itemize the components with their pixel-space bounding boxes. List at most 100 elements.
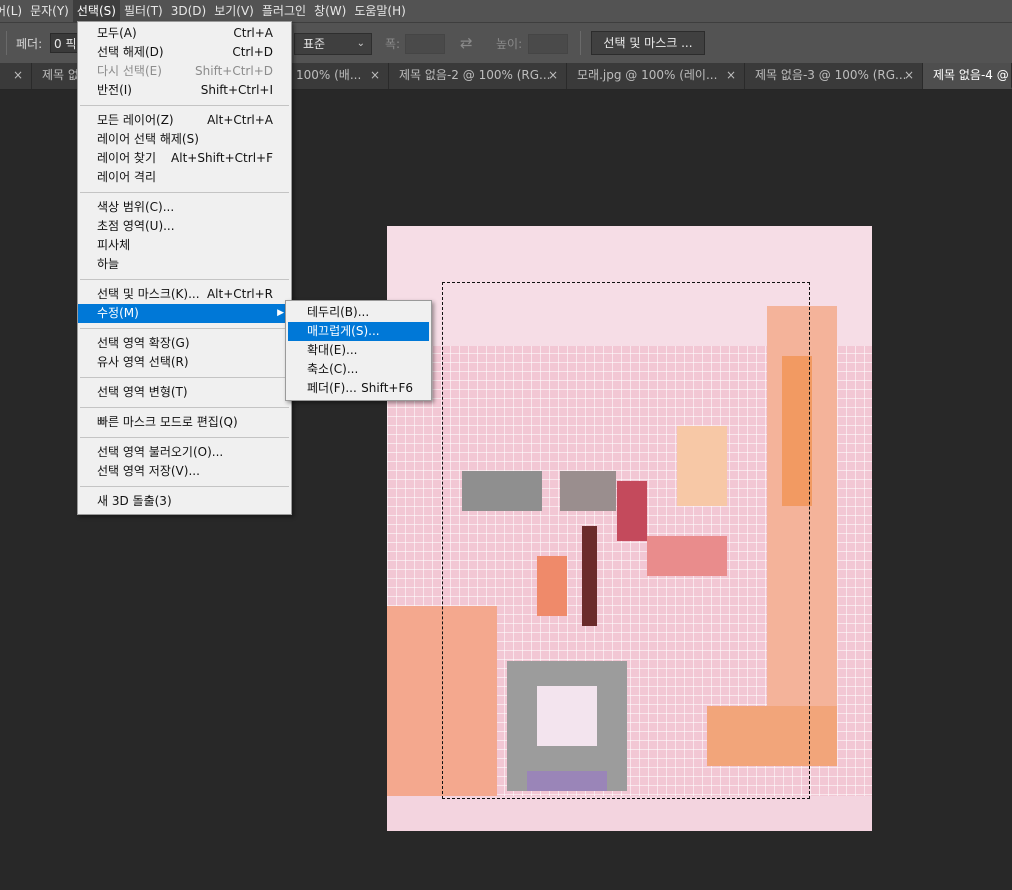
width-input[interactable] [405,34,445,54]
menu-item-label: 다시 선택(E) [97,64,162,78]
menu-filter[interactable]: 필터(T) [120,0,167,22]
options-separator [580,31,581,55]
menu-item-label: 피사체 [97,238,131,252]
menu-separator [80,328,289,329]
menu-separator [80,486,289,487]
options-separator [6,31,7,55]
height-label: 높이: [496,37,523,51]
menu-item-레이어-선택-해제[interactable]: 레이어 선택 해제(S) [78,130,291,149]
menu-help[interactable]: 도움말(H) [350,0,410,22]
menu-item-색상-범위[interactable]: 색상 범위(C)... [78,198,291,217]
menu-item-shortcut: Alt+Ctrl+A [207,113,273,127]
tab-untitled-4[interactable]: 제목 없음-4 @ [923,63,1012,89]
menu-item-label: 레이어 찾기 [97,151,157,165]
tab-untitled-2[interactable]: 제목 없음-2 @ 100% (RG... × [389,63,567,89]
modify-submenu: 테두리(B)... 매끄럽게(S)... 확대(E)... 축소(C)... 페더(F)… [285,300,432,401]
close-icon[interactable]: × [548,63,558,87]
tab-sand-jpg[interactable]: 모래.jpg @ 100% (레이... × [567,63,745,89]
marquee-selection[interactable] [442,282,810,799]
menu-separator [80,407,289,408]
menu-item-다시-선택: 다시 선택(E) Shift+Ctrl+D [78,62,291,81]
width-label: 폭: [385,37,401,51]
menu-item-유사-영역-선택[interactable]: 유사 영역 선택(R) [78,353,291,372]
menu-bar: 어(L) 문자(Y) 선택(S) 필터(T) 3D(D) 보기(V) 플러그인 … [0,0,1012,22]
close-icon[interactable]: × [726,63,736,87]
tab-label: 제목 없음-3 @ 100% (RG... [755,68,907,82]
menu-item-선택-해제[interactable]: 선택 해제(D) Ctrl+D [78,43,291,62]
menu-item-label: 레이어 격리 [97,170,157,184]
select-and-mask-button[interactable]: 선택 및 마스크 ... [591,31,705,55]
select-menu-dropdown: 모두(A) Ctrl+A 선택 해제(D) Ctrl+D 다시 선택(E) Shift+C… [77,21,292,515]
menu-item-선택-영역-저장[interactable]: 선택 영역 저장(V)... [78,462,291,481]
menu-item-shortcut: Shift+Ctrl+I [200,83,273,97]
menu-item-label: 매끄럽게(S)... [307,324,380,338]
menu-item-label: 선택 영역 불러오기(O)... [97,445,224,459]
close-icon[interactable]: × [370,63,380,87]
menu-item-초점-영역[interactable]: 초점 영역(U)... [78,217,291,236]
menu-item-label: 레이어 선택 해제(S) [97,132,199,146]
menu-3d[interactable]: 3D(D) [167,0,210,22]
menu-separator [80,279,289,280]
menu-item-shortcut: Shift+Ctrl+D [195,64,273,78]
submenu-item-축소[interactable]: 축소(C)... [288,360,429,379]
menu-item-label: 선택 및 마스크(K)... [97,287,200,301]
menu-item-모든-레이어[interactable]: 모든 레이어(Z) Alt+Ctrl+A [78,111,291,130]
submenu-item-페더[interactable]: 페더(F)... Shift+F6 [288,379,429,398]
menu-item-shortcut: Ctrl+D [232,45,273,59]
menu-item-레이어-격리[interactable]: 레이어 격리 [78,168,291,187]
menu-item-label: 선택 해제(D) [97,45,164,59]
menu-item-label: 반전(I) [97,83,132,97]
menu-item-label: 확대(E)... [307,343,358,357]
style-select[interactable]: 표준 ⌄ [294,33,372,55]
menu-item-label: 페더(F)... [307,381,357,395]
swap-icon[interactable]: ⇄ [460,34,473,52]
menu-item-label: 모두(A) [97,26,137,40]
menu-item-선택-영역-불러오기[interactable]: 선택 영역 불러오기(O)... [78,443,291,462]
close-icon[interactable]: × [904,63,914,87]
tab-untitled-3[interactable]: 제목 없음-3 @ 100% (RG... × [745,63,923,89]
submenu-item-매끄럽게[interactable]: 매끄럽게(S)... [288,322,429,341]
menu-item-새-3D-돌출[interactable]: 새 3D 돌출(3) [78,492,291,511]
menu-item-label: 선택 영역 확장(G) [97,336,190,350]
chevron-down-icon: ⌄ [356,38,365,49]
tab-label: 100% (배... [296,68,362,82]
menu-item-선택-영역-변형[interactable]: 선택 영역 변형(T) [78,383,291,402]
menu-item-레이어-찾기[interactable]: 레이어 찾기 Alt+Shift+Ctrl+F [78,149,291,168]
submenu-item-확대[interactable]: 확대(E)... [288,341,429,360]
menu-view[interactable]: 보기(V) [210,0,258,22]
menu-item-shortcut: Shift+F6 [361,381,413,395]
menu-item-shortcut: Alt+Ctrl+R [206,287,273,301]
menu-item-label: 모든 레이어(Z) [97,113,174,127]
menu-item-하늘[interactable]: 하늘 [78,255,291,274]
menu-item-shortcut: Ctrl+A [233,26,273,40]
menu-item-모두[interactable]: 모두(A) Ctrl+A [78,24,291,43]
menu-item-label: 색상 범위(C)... [97,200,175,214]
menu-layer[interactable]: 어(L) [0,0,26,22]
menu-item-label: 선택 영역 저장(V)... [97,464,200,478]
tab-close-first[interactable]: × [0,63,32,89]
tab-label: 모래.jpg @ 100% (레이... [577,68,718,82]
tab-label: 제목 없음-2 @ 100% (RG... [399,68,551,82]
menu-select[interactable]: 선택(S) [72,0,120,22]
menu-item-선택-및-마스크[interactable]: 선택 및 마스크(K)... Alt+Ctrl+R [78,285,291,304]
menu-window[interactable]: 창(W) [310,0,350,22]
menu-plugins[interactable]: 플러그인 [258,0,310,22]
submenu-item-테두리[interactable]: 테두리(B)... [288,303,429,322]
menu-type[interactable]: 문자(Y) [26,0,73,22]
menu-item-빠른-마스크-모드로-편집[interactable]: 빠른 마스크 모드로 편집(Q) [78,413,291,432]
style-select-value: 표준 [303,37,326,51]
menu-item-label: 테두리(B)... [307,305,370,319]
height-input[interactable] [528,34,568,54]
canvas-region [387,796,872,831]
menu-item-label: 초점 영역(U)... [97,219,175,233]
menu-item-반전[interactable]: 반전(I) Shift+Ctrl+I [78,81,291,100]
menu-item-label: 유사 영역 선택(R) [97,355,189,369]
menu-item-label: 빠른 마스크 모드로 편집(Q) [97,415,238,429]
menu-item-수정[interactable]: 수정(M) ▶ [78,304,291,323]
menu-item-피사체[interactable]: 피사체 [78,236,291,255]
menu-item-label: 선택 영역 변형(T) [97,385,188,399]
close-icon[interactable]: × [13,68,23,82]
menu-item-선택-영역-확장[interactable]: 선택 영역 확장(G) [78,334,291,353]
menu-separator [80,377,289,378]
tab-background-doc[interactable]: 100% (배... × [278,63,389,89]
